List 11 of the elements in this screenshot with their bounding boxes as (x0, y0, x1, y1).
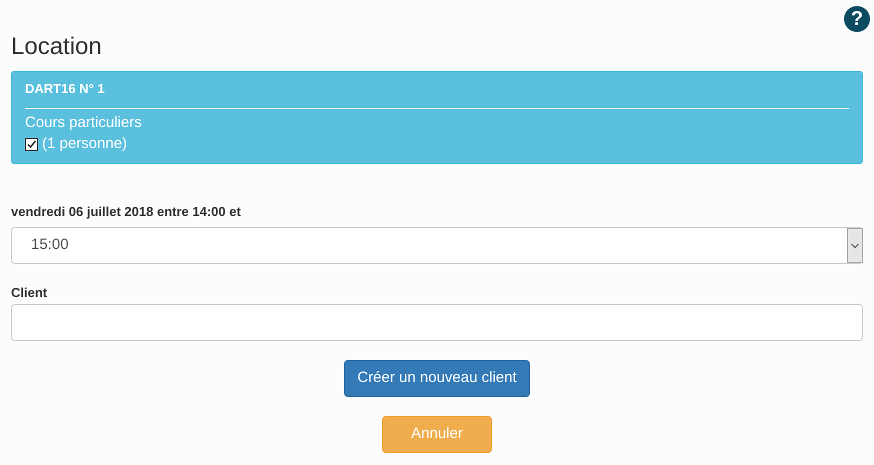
client-input[interactable] (11, 304, 863, 341)
page-title: Location (11, 32, 102, 62)
create-client-button[interactable]: Créer un nouveau client (344, 360, 530, 397)
checkbox[interactable] (25, 138, 38, 150)
time-select[interactable]: 15:00 (11, 227, 863, 264)
panel-heading: DART16 N° 1 (25, 80, 105, 98)
course-name: Cours particuliers (25, 113, 142, 133)
time-label: vendredi 06 juillet 2018 entre 14:00 et (11, 203, 241, 221)
checkbox-label: (1 personne) (42, 134, 128, 154)
help-icon[interactable]: ? (844, 6, 870, 32)
client-label: Client (11, 284, 48, 302)
